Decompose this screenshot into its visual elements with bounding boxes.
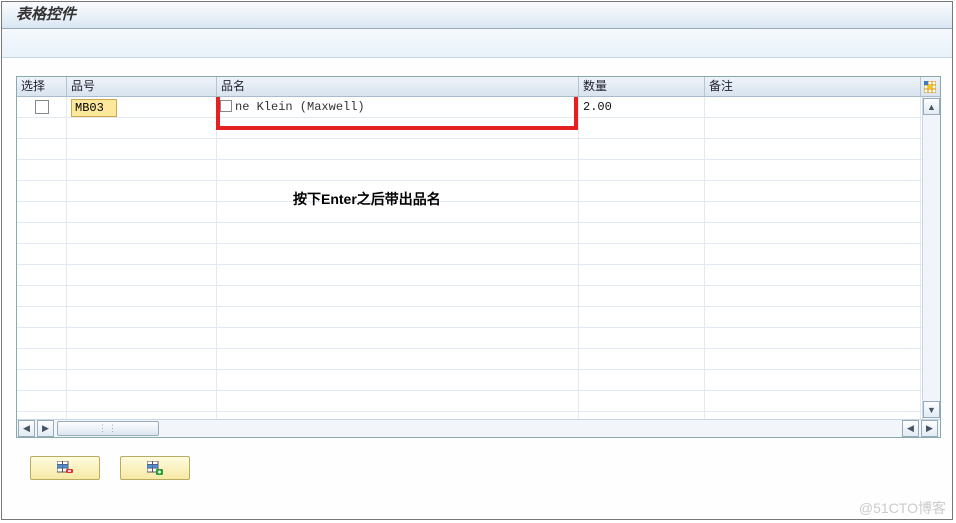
table-row[interactable]: [17, 118, 922, 139]
toolbar: [2, 29, 952, 58]
table-header: 选择 品号 品名 数量 备注: [17, 77, 940, 97]
table-row[interactable]: [17, 391, 922, 412]
table-row[interactable]: [17, 349, 922, 370]
table-row[interactable]: [17, 160, 922, 181]
hscroll-handle[interactable]: ⋮⋮: [57, 421, 159, 436]
col-note[interactable]: 备注: [705, 77, 921, 96]
annotation-text: 按下Enter之后带出品名: [293, 189, 441, 209]
table-row[interactable]: [17, 244, 922, 265]
table-row[interactable]: [17, 181, 922, 202]
table-control: 选择 品号 品名 数量 备注: [16, 76, 941, 438]
vertical-scrollbar[interactable]: ▲ ▼: [922, 97, 940, 419]
scroll-up-button[interactable]: ▲: [923, 98, 940, 115]
scroll-left-button[interactable]: ◀: [18, 420, 35, 437]
table-row[interactable]: [17, 370, 922, 391]
table-row[interactable]: [17, 223, 922, 244]
table-plus-icon: [147, 461, 163, 475]
scroll-left-end-button[interactable]: ◀: [902, 420, 919, 437]
note-cell[interactable]: [705, 97, 921, 117]
table-row[interactable]: MB03 ne Klein (Maxwell) 2.00: [17, 97, 922, 118]
table-row[interactable]: [17, 307, 922, 328]
scroll-right-button[interactable]: ▶: [37, 420, 54, 437]
code-input[interactable]: MB03: [71, 99, 117, 117]
table-row[interactable]: [17, 265, 922, 286]
col-name[interactable]: 品名: [217, 77, 579, 96]
table-row[interactable]: [17, 202, 922, 223]
qty-cell[interactable]: 2.00: [579, 97, 705, 117]
table-row[interactable]: [17, 328, 922, 349]
table-body: MB03 ne Klein (Maxwell) 2.00: [17, 97, 922, 419]
watermark: @51CTO博客: [859, 498, 946, 518]
name-cell[interactable]: ne Klein (Maxwell): [217, 97, 579, 117]
col-qty[interactable]: 数量: [579, 77, 705, 96]
insert-row-button[interactable]: [120, 456, 190, 480]
delete-row-button[interactable]: [30, 456, 100, 480]
configure-columns-button[interactable]: [921, 77, 939, 96]
row-checkbox[interactable]: [35, 100, 49, 114]
scroll-right-end-button[interactable]: ▶: [921, 420, 938, 437]
table-row[interactable]: [17, 139, 922, 160]
table-minus-icon: [57, 461, 73, 475]
table-config-icon: [924, 81, 936, 93]
table-row[interactable]: [17, 286, 922, 307]
scroll-down-button[interactable]: ▼: [923, 401, 940, 418]
table-row[interactable]: [17, 412, 922, 419]
window-title: 表格控件: [2, 2, 952, 29]
horizontal-scrollbar[interactable]: ◀ ▶ ⋮⋮ ◀ ▶: [17, 419, 940, 437]
col-select[interactable]: 选择: [17, 77, 67, 96]
col-code[interactable]: 品号: [67, 77, 217, 96]
